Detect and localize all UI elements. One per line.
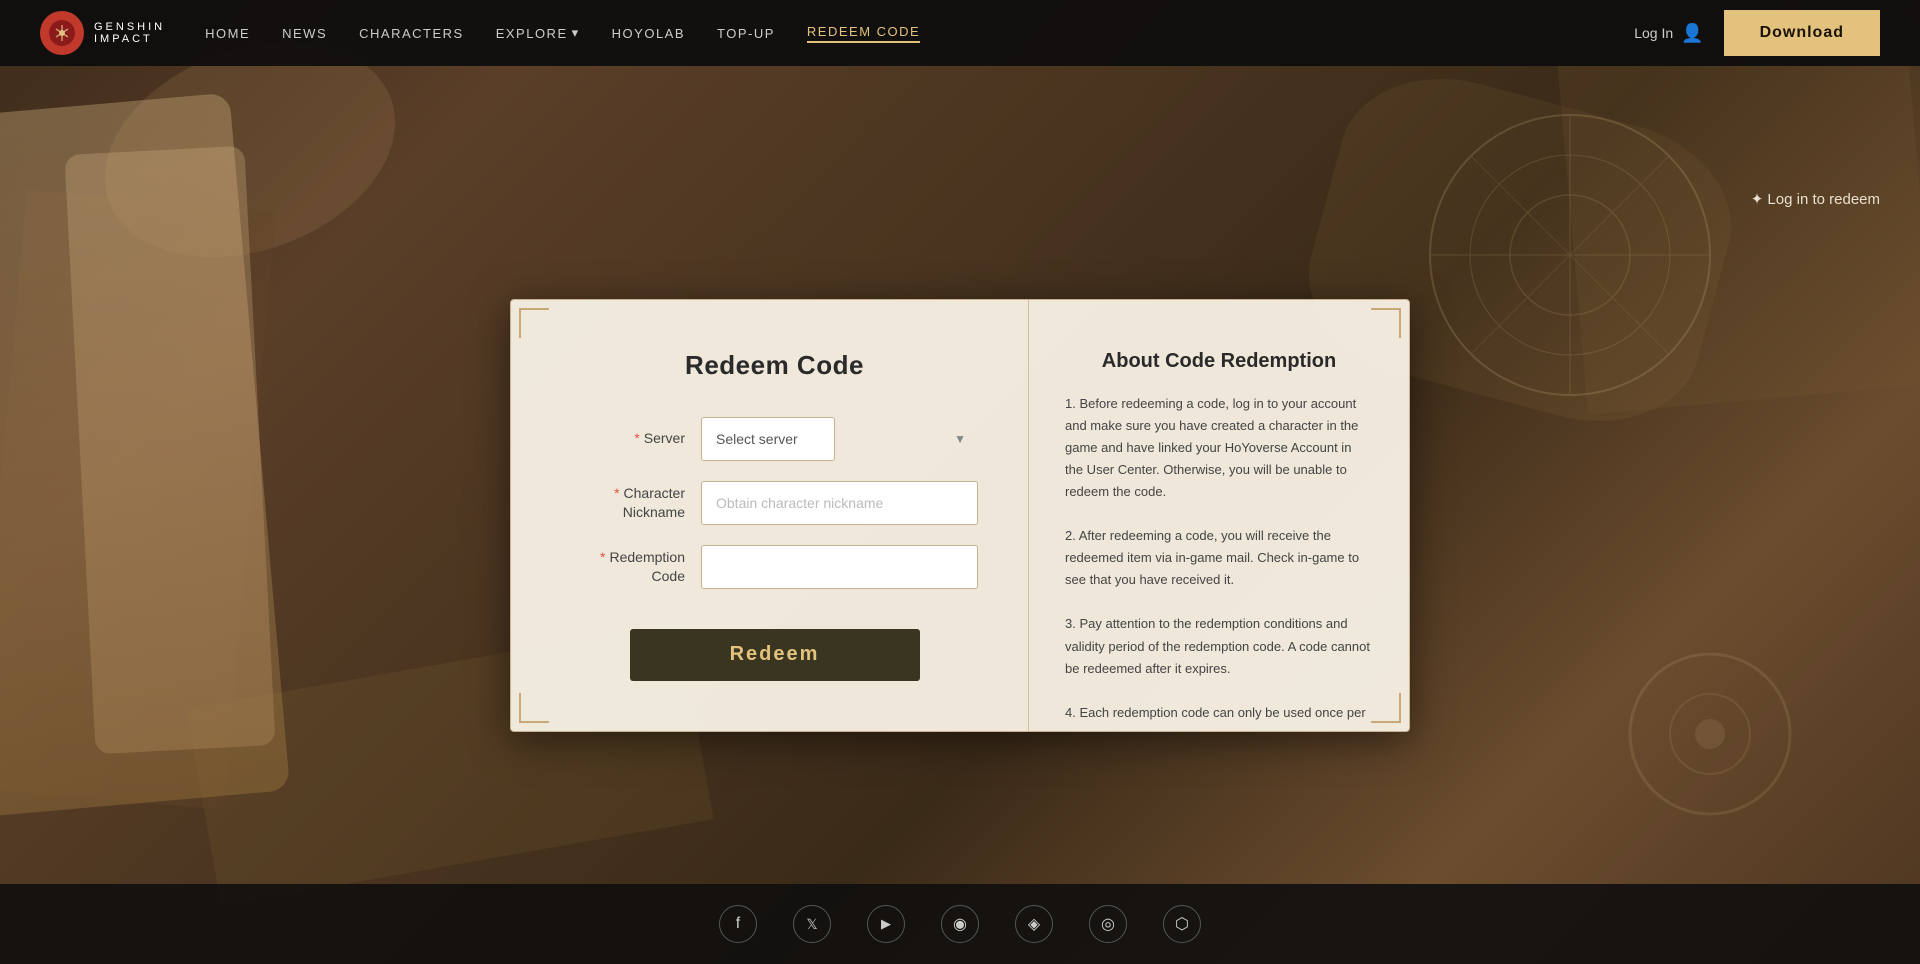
social-discord[interactable]: ◈ [1015, 905, 1053, 943]
redemption-code-label: *RedemptionCode [571, 548, 701, 584]
nav-link-news[interactable]: NEWS [282, 26, 327, 41]
about-panel: About Code Redemption 1. Before redeemin… [1029, 300, 1409, 720]
social-instagram[interactable]: ◉ [941, 905, 979, 943]
nav-link-topup[interactable]: TOP-UP [717, 26, 775, 41]
nav-link-home[interactable]: HOME [205, 26, 250, 41]
social-reddit[interactable]: ◎ [1089, 905, 1127, 943]
nav-link-hoyolab[interactable]: HoYoLAB [612, 26, 685, 41]
bg-gear [1560, 584, 1860, 884]
download-button[interactable]: Download [1724, 10, 1880, 56]
social-discord2[interactable]: ⬡ [1163, 905, 1201, 943]
character-required: * [614, 485, 619, 501]
redemption-code-input[interactable]: XBRSDNF6BP4R [701, 545, 978, 589]
redeem-button-wrapper: Redeem [571, 617, 978, 681]
redeem-form-panel: Redeem Code *Server Select server Asia A… [511, 300, 1029, 731]
redeem-card: Redeem Code *Server Select server Asia A… [510, 299, 1410, 732]
server-required: * [634, 430, 639, 446]
server-select[interactable]: Select server Asia America Europe TW, HK… [701, 417, 835, 461]
instagram-icon: ◉ [953, 914, 967, 934]
nav-links: HOME NEWS CHARACTERS EXPLORE ▾ HoYoLAB T… [205, 24, 920, 43]
footer: f 𝕏 ▶ ◉ ◈ ◎ ⬡ [0, 884, 1920, 964]
nav-left: Genshin IMPACT HOME NEWS CHARACTERS EXPL… [40, 11, 920, 55]
logo-text-genshin: Genshin IMPACT [94, 21, 165, 45]
logo-brand: Genshin [94, 21, 165, 33]
user-icon: 👤 [1681, 23, 1703, 44]
logo-icon [40, 11, 84, 55]
nav-right: Log In 👤 Download [1634, 10, 1880, 56]
discord2-icon: ⬡ [1175, 914, 1189, 934]
twitter-icon: 𝕏 [806, 916, 817, 933]
login-redeem-label: ✦ Log in to redeem [1751, 190, 1880, 208]
explore-label: EXPLORE [496, 26, 568, 41]
server-label: *Server [571, 429, 701, 447]
card-corner-tl [519, 308, 549, 338]
bg-scroll-2 [64, 146, 275, 755]
login-redeem-bar[interactable]: ✦ Log in to redeem [1751, 190, 1880, 208]
discord-icon: ◈ [1028, 914, 1040, 934]
character-nickname-label: *CharacterNickname [571, 484, 701, 520]
redemption-code-row: *RedemptionCode XBRSDNF6BP4R [571, 545, 978, 589]
social-twitter[interactable]: 𝕏 [793, 905, 831, 943]
chevron-down-icon: ▼ [954, 432, 966, 446]
chevron-down-icon: ▾ [572, 25, 580, 41]
about-text: 1. Before redeeming a code, log in to yo… [1065, 393, 1373, 720]
server-row: *Server Select server Asia America Europ… [571, 417, 978, 461]
about-title: About Code Redemption [1065, 350, 1373, 373]
social-facebook[interactable]: f [719, 905, 757, 943]
social-youtube[interactable]: ▶ [867, 905, 905, 943]
youtube-icon: ▶ [881, 916, 891, 932]
facebook-icon: f [736, 915, 740, 933]
card-corner-tr [1371, 308, 1401, 338]
logo[interactable]: Genshin IMPACT [40, 11, 165, 55]
reddit-icon: ◎ [1101, 914, 1115, 934]
navbar: Genshin IMPACT HOME NEWS CHARACTERS EXPL… [0, 0, 1920, 66]
nav-link-explore[interactable]: EXPLORE ▾ [496, 25, 580, 41]
logo-sub: IMPACT [94, 33, 165, 45]
character-nickname-input[interactable] [701, 481, 978, 525]
redeem-form-title: Redeem Code [571, 350, 978, 381]
character-nickname-row: *CharacterNickname [571, 481, 978, 525]
code-required: * [600, 549, 605, 565]
redeem-button[interactable]: Redeem [630, 629, 920, 681]
login-label: Log In [1634, 25, 1673, 41]
nav-link-characters[interactable]: CHARACTERS [359, 26, 464, 41]
card-corner-br [1371, 693, 1401, 723]
card-corner-bl [519, 693, 549, 723]
server-select-wrapper: Select server Asia America Europe TW, HK… [701, 417, 978, 461]
hero-section: ✦ Log in to redeem Redeem Code *Server S… [0, 0, 1920, 964]
login-button[interactable]: Log In 👤 [1634, 23, 1703, 44]
nav-link-redeem[interactable]: REDEEM CODE [807, 24, 920, 43]
